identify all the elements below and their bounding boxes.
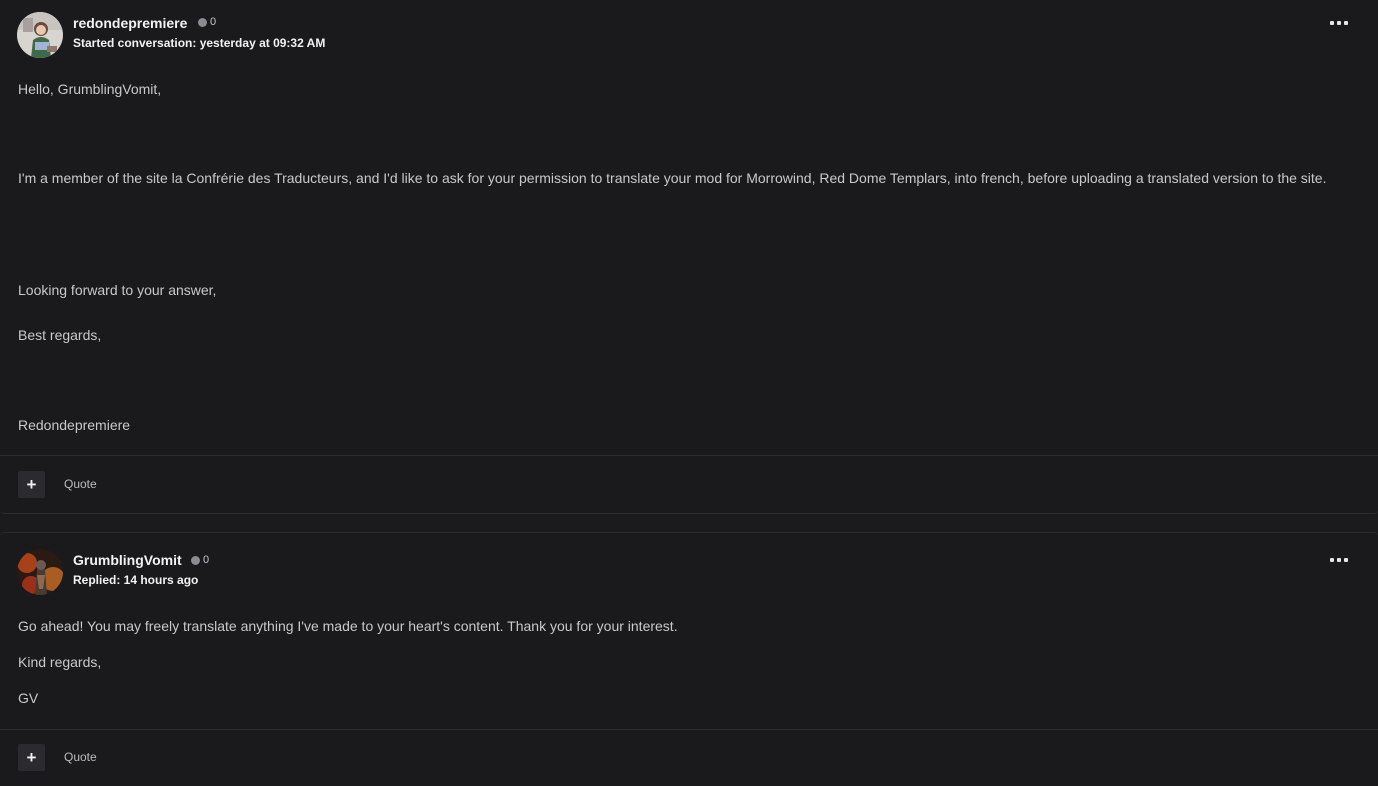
add-reaction-button[interactable]: + bbox=[18, 744, 45, 771]
user-avatar[interactable] bbox=[17, 549, 63, 595]
avatar-illustration-icon bbox=[17, 12, 63, 58]
avatar-fire-icon bbox=[17, 549, 63, 595]
reputation-count: 0 bbox=[210, 16, 217, 28]
reputation-badge: 0 bbox=[191, 554, 209, 566]
add-reaction-button[interactable]: + bbox=[18, 471, 45, 498]
reputation-dot-icon bbox=[198, 17, 207, 27]
ellipsis-dot-icon bbox=[1337, 558, 1341, 562]
ellipsis-dot-icon bbox=[1330, 21, 1334, 25]
reputation-dot-icon bbox=[191, 555, 200, 565]
paragraph: Kind regards, bbox=[18, 654, 102, 670]
ellipsis-dot-icon bbox=[1330, 558, 1334, 562]
divider bbox=[0, 729, 1378, 730]
paragraph: Go ahead! You may freely translate anyth… bbox=[18, 618, 678, 634]
paragraph: GV bbox=[18, 690, 39, 706]
paragraph: I'm a member of the site la Confrérie de… bbox=[18, 170, 1327, 186]
username[interactable]: GrumblingVomit bbox=[73, 552, 182, 568]
post-meta: Replied: 14 hours ago bbox=[73, 573, 199, 587]
divider bbox=[0, 455, 1378, 456]
user-avatar[interactable] bbox=[17, 12, 63, 58]
more-options-button[interactable] bbox=[1330, 19, 1348, 27]
paragraph: Best regards, bbox=[18, 327, 102, 343]
reputation-badge: 0 bbox=[198, 16, 216, 28]
message-post: redondepremiere 0 Started conversation: … bbox=[0, 0, 1378, 514]
reputation-count: 0 bbox=[203, 554, 210, 566]
paragraph: Hello, GrumblingVomit, bbox=[18, 81, 162, 97]
message-post: GrumblingVomit 0 Replied: 14 hours ago G… bbox=[0, 532, 1378, 786]
quote-button[interactable]: Quote bbox=[64, 750, 97, 764]
paragraph: Redondepremiere bbox=[18, 417, 131, 433]
ellipsis-dot-icon bbox=[1337, 21, 1341, 25]
ellipsis-dot-icon bbox=[1344, 558, 1348, 562]
username[interactable]: redondepremiere bbox=[73, 15, 187, 31]
quote-button[interactable]: Quote bbox=[64, 477, 97, 491]
more-options-button[interactable] bbox=[1330, 556, 1348, 564]
ellipsis-dot-icon bbox=[1344, 21, 1348, 25]
paragraph: Looking forward to your answer, bbox=[18, 282, 217, 298]
post-meta: Started conversation: yesterday at 09:32… bbox=[73, 36, 326, 50]
